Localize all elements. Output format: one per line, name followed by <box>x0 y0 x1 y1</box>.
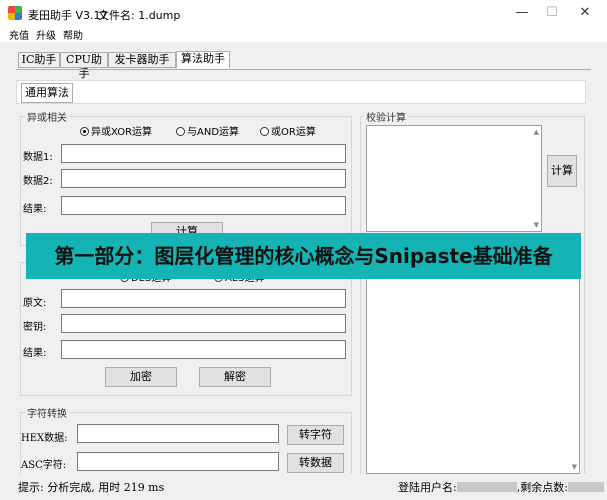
data2-label: 数据2: <box>23 176 53 187</box>
scroll-down-icon[interactable]: ▼ <box>572 463 577 471</box>
plaintext-label: 原文: <box>23 298 47 309</box>
radio-unselected-icon <box>176 127 185 136</box>
radio-unselected-icon <box>260 127 269 136</box>
data2-input[interactable] <box>61 169 346 188</box>
app-logo-icon <box>8 6 22 20</box>
radio-or[interactable]: 或OR运算 <box>260 123 316 138</box>
asc-input[interactable] <box>77 452 279 471</box>
checksum-input[interactable]: ▲ ▼ <box>366 125 542 232</box>
to-data-button[interactable]: 转数据 <box>287 453 344 473</box>
app-title: 麦田助手 V3.17 <box>28 9 108 22</box>
convert-group-title: 字符转换 <box>25 405 69 420</box>
status-bar: 提示: 分析完成, 用时 219 ms 登陆用户名: ,剩余点数: <box>0 474 607 500</box>
data1-input[interactable] <box>61 144 346 163</box>
hex-input[interactable] <box>77 424 279 443</box>
radio-and[interactable]: 与AND运算 <box>176 123 239 138</box>
tab-cpu[interactable]: CPU助手 <box>60 52 108 80</box>
crypto-result-input[interactable] <box>61 340 346 359</box>
data1-label: 数据1: <box>23 152 53 163</box>
scroll-down-icon[interactable]: ▼ <box>534 221 539 229</box>
minimize-button[interactable]: — <box>512 4 532 22</box>
close-button[interactable]: ✕ <box>575 4 595 22</box>
xor-group-title: 异或相关 <box>25 109 69 124</box>
subtab-general-algorithm[interactable]: 通用算法 <box>21 83 73 103</box>
menu-item-upgrade[interactable]: 升级 <box>36 27 56 42</box>
maximize-button[interactable]: ☐ <box>542 4 562 22</box>
xor-result-label: 结果: <box>23 204 47 215</box>
file-name-label: 文件名: 1.dump <box>98 9 181 22</box>
tab-panel-border <box>16 69 591 70</box>
status-user: 登陆用户名: ,剩余点数: <box>398 479 604 495</box>
tab-algorithm[interactable]: 算法助手 <box>176 51 230 68</box>
xor-result-input[interactable] <box>61 196 346 215</box>
redacted-username <box>456 482 517 492</box>
key-input[interactable] <box>61 314 346 333</box>
to-char-button[interactable]: 转字符 <box>287 425 344 445</box>
tab-ic[interactable]: IC助手 <box>18 52 60 68</box>
status-message: 提示: 分析完成, 用时 219 ms <box>18 481 165 494</box>
redacted-points <box>567 482 604 492</box>
menu-item-help[interactable]: 帮助 <box>63 27 83 42</box>
title-bar: 麦田助手 V3.17 文件名: 1.dump — ☐ ✕ <box>0 0 607 26</box>
checksum-compute-button[interactable]: 计算 <box>547 155 577 187</box>
menu-bar: 充值 升级 帮助 <box>0 26 607 42</box>
encrypt-button[interactable]: 加密 <box>105 367 177 387</box>
checksum-group-title: 校验计算 <box>364 109 408 124</box>
main-tabs: IC助手 CPU助手 发卡器助手 算法助手 <box>0 42 607 80</box>
plaintext-input[interactable] <box>61 289 346 308</box>
hex-label: HEX数据: <box>21 433 68 444</box>
radio-xor[interactable]: 异或XOR运算 <box>80 123 152 138</box>
menu-item-recharge[interactable]: 充值 <box>9 27 29 42</box>
radio-selected-icon <box>80 127 89 136</box>
decrypt-button[interactable]: 解密 <box>199 367 271 387</box>
asc-label: ASC字符: <box>21 460 67 471</box>
tab-card-reader[interactable]: 发卡器助手 <box>108 52 176 68</box>
key-label: 密钥: <box>23 322 47 333</box>
scroll-up-icon[interactable]: ▲ <box>534 128 539 136</box>
crypto-result-label: 结果: <box>23 348 47 359</box>
subtab-strip: 通用算法 <box>16 80 586 104</box>
checksum-output[interactable]: ▼ <box>366 262 580 474</box>
overlay-banner: 第一部分：图层化管理的核心概念与Snipaste基础准备 <box>26 233 581 279</box>
